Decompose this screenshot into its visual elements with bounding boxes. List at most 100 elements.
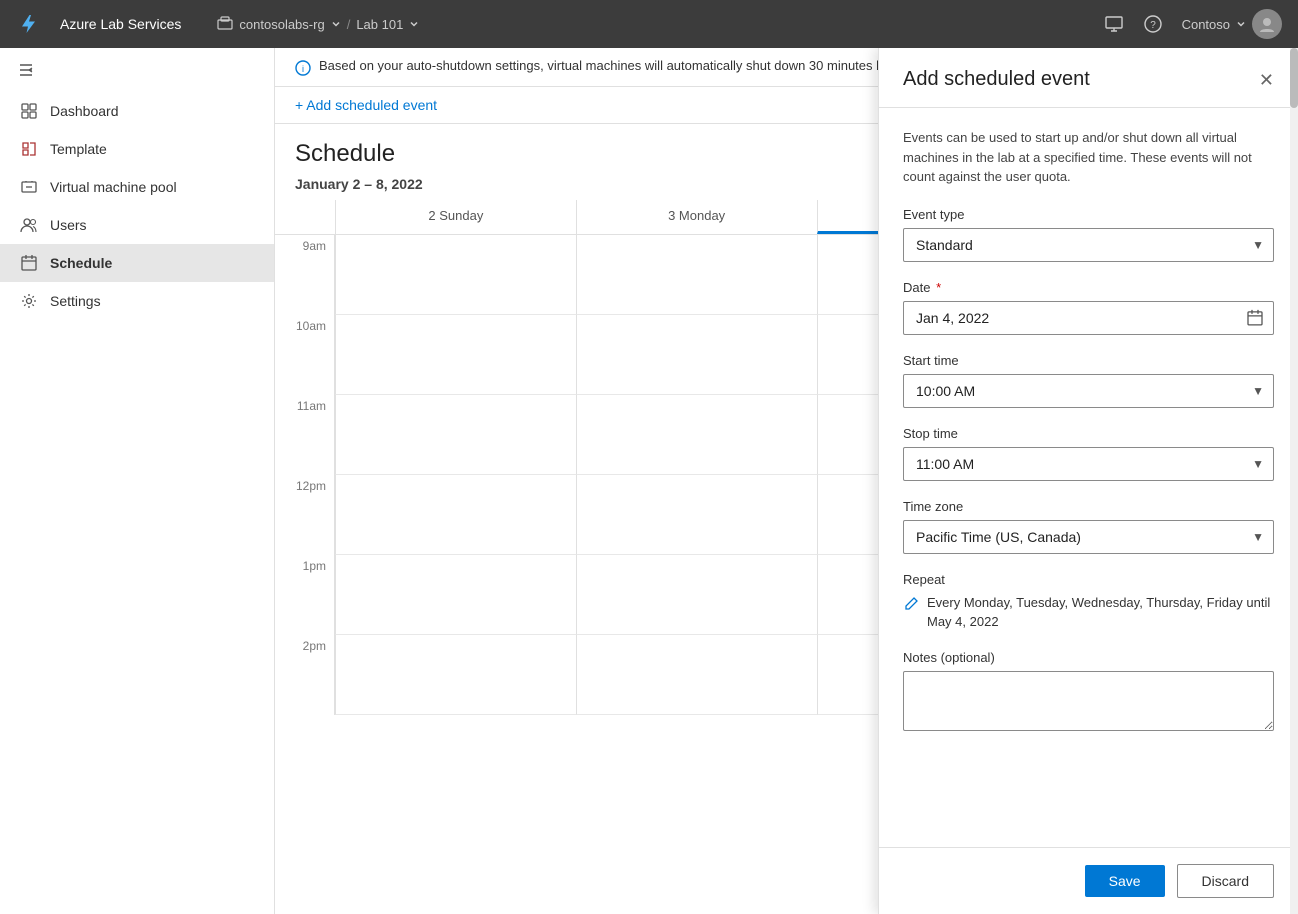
sidebar-item-dashboard[interactable]: Dashboard [0,92,274,130]
resource-group-icon [217,16,233,32]
template-icon [20,140,38,158]
date-label: Date * [903,280,1274,295]
time-label-12pm: 12pm [275,475,335,555]
breadcrumb-lab[interactable]: Lab 101 [356,17,403,32]
day-header-1: 3 Monday [576,200,817,234]
breadcrumb-separator: / [347,17,351,32]
time-label-2pm: 2pm [275,635,335,715]
time-label-1pm: 1pm [275,555,335,635]
calendar-cell-9am-mon[interactable] [576,235,817,315]
date-required-marker: * [932,280,941,295]
sidebar-item-vm-pool[interactable]: Virtual machine pool [0,168,274,206]
calendar-cell-11am-mon[interactable] [576,395,817,475]
start-time-select[interactable]: 9:00 AM 10:00 AM 11:00 AM 12:00 PM [903,374,1274,408]
repeat-label: Repeat [903,572,1274,587]
save-button[interactable]: Save [1085,865,1165,897]
repeat-edit-icon[interactable] [903,595,919,612]
user-menu[interactable]: Contoso [1182,9,1282,39]
dashboard-icon [20,102,38,120]
calendar-cell-9am-sun[interactable] [335,235,576,315]
main-layout: Dashboard Template Virtual machine pool … [0,48,1298,914]
sidebar-label-template: Template [50,141,107,157]
calendar-cell-12pm-mon[interactable] [576,475,817,555]
calendar-icon[interactable] [1246,308,1264,326]
repeat-field: Repeat Every Monday, Tuesday, Wednesday,… [903,572,1274,632]
chevron-down-icon-2 [409,19,419,29]
stop-time-select-wrapper: 10:00 AM 11:00 AM 12:00 PM ▼ [903,447,1274,481]
panel-footer: Save Discard [879,847,1298,914]
topbar: Azure Lab Services contosolabs-rg / Lab … [0,0,1298,48]
calendar-cell-12pm-sun[interactable] [335,475,576,555]
event-type-select-wrapper: Standard Lab hours ▼ [903,228,1274,262]
chevron-down-icon-user [1236,19,1246,29]
panel-body: Events can be used to start up and/or sh… [879,108,1298,847]
date-input-wrapper [903,301,1274,335]
time-label-10am: 10am [275,315,335,395]
sidebar-label-schedule: Schedule [50,255,112,271]
panel-scrollbar-thumb[interactable] [1290,48,1298,108]
svg-text:?: ? [1150,20,1156,31]
start-time-label: Start time [903,353,1274,368]
timezone-select-wrapper: Pacific Time (US, Canada) Eastern Time (… [903,520,1274,554]
sidebar-label-dashboard: Dashboard [50,103,119,119]
date-field: Date * [903,280,1274,335]
breadcrumb-rg[interactable]: contosolabs-rg [239,17,324,32]
calendar-cell-1pm-sun[interactable] [335,555,576,635]
collapse-icon [16,60,36,80]
time-header-spacer [275,200,335,234]
sidebar-item-users[interactable]: Users [0,206,274,244]
notes-textarea[interactable] [903,671,1274,731]
sidebar: Dashboard Template Virtual machine pool … [0,48,275,914]
help-icon[interactable]: ? [1144,15,1162,33]
event-type-field: Event type Standard Lab hours ▼ [903,207,1274,262]
users-icon [20,216,38,234]
settings-icon [20,292,38,310]
add-scheduled-event-button[interactable]: + Add scheduled event [295,97,437,113]
repeat-text: Every Monday, Tuesday, Wednesday, Thursd… [927,593,1274,632]
sidebar-item-schedule[interactable]: Schedule [0,244,274,282]
sidebar-label-users: Users [50,217,87,233]
time-label-11am: 11am [275,395,335,475]
topbar-right: ? Contoso [1104,9,1282,39]
notes-field: Notes (optional) [903,650,1274,734]
timezone-select[interactable]: Pacific Time (US, Canada) Eastern Time (… [903,520,1274,554]
content-area: i Based on your auto-shutdown settings, … [275,48,1298,914]
event-type-select[interactable]: Standard Lab hours [903,228,1274,262]
day-header-0: 2 Sunday [335,200,576,234]
sidebar-label-vm-pool: Virtual machine pool [50,179,177,195]
stop-time-field: Stop time 10:00 AM 11:00 AM 12:00 PM ▼ [903,426,1274,481]
repeat-row: Every Monday, Tuesday, Wednesday, Thursd… [903,593,1274,632]
sidebar-item-settings[interactable]: Settings [0,282,274,320]
vm-pool-icon [20,178,38,196]
date-input[interactable] [903,301,1274,335]
event-type-label: Event type [903,207,1274,222]
chevron-down-icon [331,19,341,29]
breadcrumb: contosolabs-rg / Lab 101 [217,16,419,32]
timezone-field: Time zone Pacific Time (US, Canada) East… [903,499,1274,554]
time-label-9am: 9am [275,235,335,315]
sidebar-label-settings: Settings [50,293,101,309]
user-name: Contoso [1182,17,1230,32]
schedule-icon [20,254,38,272]
calendar-cell-2pm-mon[interactable] [576,635,817,715]
monitor-icon[interactable] [1104,14,1124,34]
stop-time-label: Stop time [903,426,1274,441]
panel-scrollbar [1290,48,1298,914]
stop-time-select[interactable]: 10:00 AM 11:00 AM 12:00 PM [903,447,1274,481]
calendar-cell-2pm-sun[interactable] [335,635,576,715]
sidebar-item-template[interactable]: Template [0,130,274,168]
calendar-cell-10am-mon[interactable] [576,315,817,395]
discard-button[interactable]: Discard [1177,864,1274,898]
sidebar-collapse-btn[interactable] [0,48,274,92]
calendar-cell-1pm-mon[interactable] [576,555,817,635]
calendar-cell-11am-sun[interactable] [335,395,576,475]
add-scheduled-event-panel: Add scheduled event ✕ Events can be used… [878,48,1298,914]
timezone-label: Time zone [903,499,1274,514]
notes-label: Notes (optional) [903,650,1274,665]
svg-text:i: i [302,64,304,74]
panel-close-button[interactable]: ✕ [1259,71,1274,89]
panel-title: Add scheduled event [903,68,1090,91]
app-name: Azure Lab Services [60,16,181,32]
avatar [1252,9,1282,39]
calendar-cell-10am-sun[interactable] [335,315,576,395]
